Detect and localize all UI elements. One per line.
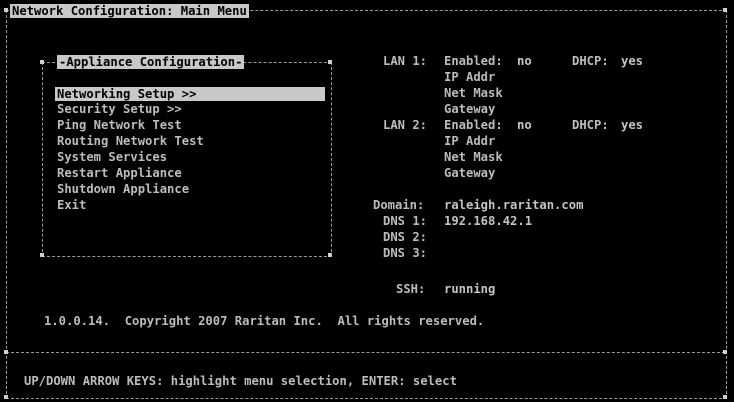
lan1-mask-label: Net Mask xyxy=(444,86,503,100)
lan2-dhcp-label: DHCP: xyxy=(572,118,609,132)
lan1-ip-label: IP Addr xyxy=(444,70,496,84)
menu-item-shutdown-appliance[interactable]: Shutdown Appliance xyxy=(57,183,189,195)
menu-item-ping-network-test[interactable]: Ping Network Test xyxy=(57,119,182,131)
copyright-text: 1.0.0.14. Copyright 2007 Raritan Inc. Al… xyxy=(44,314,485,328)
frame-corner-mid-right xyxy=(723,350,727,354)
ssh-label: SSH: xyxy=(396,282,426,296)
menu-corner-bottom-right xyxy=(328,253,332,257)
lan2-dhcp-value: yes xyxy=(621,118,644,132)
lan2-ip-label: IP Addr xyxy=(444,134,496,148)
menu-item-exit[interactable]: Exit xyxy=(57,199,86,211)
lan2-gateway-label: Gateway xyxy=(444,166,496,180)
lan1-label: LAN 1: xyxy=(383,54,428,68)
menu-item-security-setup[interactable]: Security Setup >> xyxy=(57,103,182,115)
help-divider xyxy=(6,352,725,353)
menu-item-networking-setup[interactable]: Networking Setup >> xyxy=(55,87,325,102)
lan2-label: LAN 2: xyxy=(383,118,428,132)
lan1-dhcp-label: DHCP: xyxy=(572,54,609,68)
frame-corner-top-right xyxy=(723,8,727,12)
lan1-enabled-label: Enabled: xyxy=(444,54,503,68)
lan2-mask-label: Net Mask xyxy=(444,150,503,164)
frame-corner-bottom-right xyxy=(723,395,727,399)
lan1-dhcp-value: yes xyxy=(621,54,644,68)
lan1-gateway-label: Gateway xyxy=(444,102,496,116)
menu-corner-bottom-left xyxy=(40,253,44,257)
lan2-enabled-value: no xyxy=(517,118,532,132)
help-text: UP/DOWN ARROW KEYS: highlight menu selec… xyxy=(24,374,457,388)
domain-label: Domain: xyxy=(373,198,425,212)
window-title: Network Configuration: Main Menu xyxy=(10,4,249,19)
ssh-value: running xyxy=(444,282,496,296)
dns1-label: DNS 1: xyxy=(383,214,428,228)
menu-item-restart-appliance[interactable]: Restart Appliance xyxy=(57,167,182,179)
menu-item-system-services[interactable]: System Services xyxy=(57,151,167,163)
menu-corner-top-right xyxy=(328,60,332,64)
lan2-enabled-label: Enabled: xyxy=(444,118,503,132)
dns3-label: DNS 3: xyxy=(383,246,428,260)
menu-corner-top-left xyxy=(40,60,44,64)
menu-item-routing-network-test[interactable]: Routing Network Test xyxy=(57,135,204,147)
domain-value: raleigh.raritan.com xyxy=(444,198,584,212)
lan1-enabled-value: no xyxy=(517,54,532,68)
frame-corner-top-left xyxy=(4,8,8,12)
frame-corner-bottom-left xyxy=(4,395,8,399)
dns2-label: DNS 2: xyxy=(383,230,428,244)
menu-title: -Appliance Configuration- xyxy=(57,55,245,70)
frame-corner-mid-left xyxy=(4,350,8,354)
dns1-value: 192.168.42.1 xyxy=(444,214,533,228)
